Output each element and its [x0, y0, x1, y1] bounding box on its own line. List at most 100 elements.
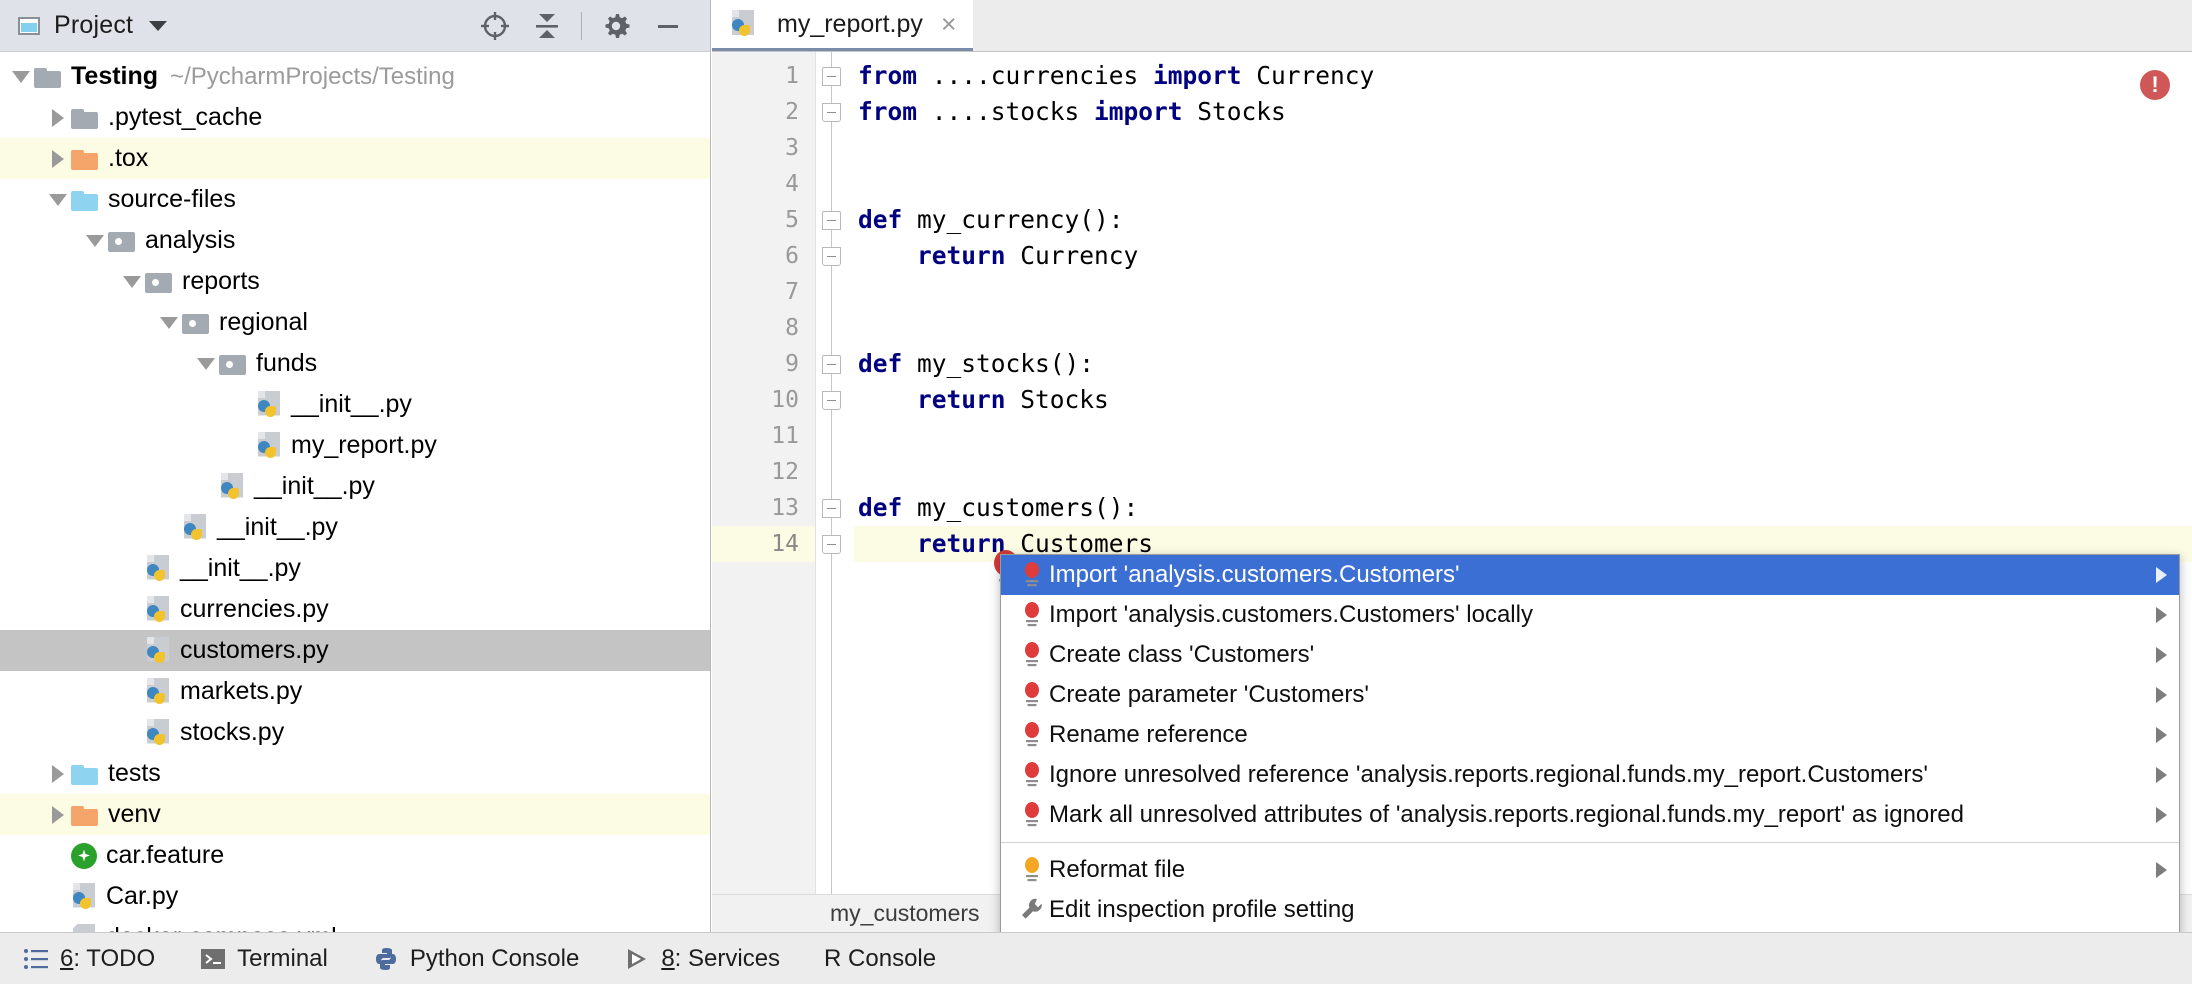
- line-number[interactable]: 14: [712, 526, 815, 562]
- fold-collapse-icon[interactable]: [822, 355, 841, 374]
- fold-collapse-icon[interactable]: [822, 67, 841, 86]
- tree-node[interactable]: Testing~/PycharmProjects/Testing: [0, 56, 710, 97]
- fold-slot[interactable]: [816, 202, 854, 238]
- chevron-down-icon[interactable]: [119, 261, 145, 302]
- line-number[interactable]: 2: [712, 94, 815, 130]
- line-number[interactable]: 10: [712, 382, 815, 418]
- chevron-down-icon[interactable]: [156, 302, 182, 343]
- error-status-badge[interactable]: !: [2140, 70, 2170, 100]
- chevron-down-icon[interactable]: [45, 179, 71, 220]
- intention-menu-item[interactable]: Import 'analysis.customers.Customers': [1001, 555, 2179, 595]
- fold-slot[interactable]: [816, 382, 854, 418]
- status-bar-item[interactable]: Python Console: [372, 945, 579, 973]
- intention-menu-item[interactable]: Rename reference: [1001, 715, 2179, 755]
- tree-node[interactable]: reports: [0, 261, 710, 302]
- tree-node[interactable]: regional: [0, 302, 710, 343]
- fold-slot[interactable]: [816, 346, 854, 382]
- gear-icon[interactable]: [590, 6, 642, 46]
- status-bar-item[interactable]: Terminal: [199, 945, 328, 973]
- line-number[interactable]: 4: [712, 166, 815, 202]
- fold-end-icon[interactable]: [822, 535, 841, 554]
- chevron-down-icon[interactable]: [149, 21, 167, 31]
- code-line[interactable]: return Currency: [854, 238, 2192, 274]
- code-line[interactable]: return Stocks: [854, 382, 2192, 418]
- chevron-down-icon[interactable]: [82, 220, 108, 261]
- collapse-all-icon[interactable]: [521, 6, 573, 46]
- intention-menu-item[interactable]: Import 'analysis.customers.Customers' lo…: [1001, 595, 2179, 635]
- tree-node[interactable]: stocks.py: [0, 712, 710, 753]
- code-line[interactable]: from ....currencies import Currency: [854, 58, 2192, 94]
- code-line[interactable]: from ....stocks import Stocks: [854, 94, 2192, 130]
- code-folding-gutter[interactable]: [816, 52, 854, 894]
- code-line[interactable]: def my_stocks():: [854, 346, 2192, 382]
- intention-menu-item[interactable]: Create parameter 'Customers': [1001, 675, 2179, 715]
- chevron-down-icon[interactable]: [8, 56, 34, 97]
- chevron-right-icon[interactable]: [45, 138, 71, 179]
- chevron-right-icon[interactable]: [45, 97, 71, 138]
- code-line[interactable]: [854, 310, 2192, 346]
- editor-tab-my-report[interactable]: my_report.py ×: [712, 0, 973, 51]
- locate-icon[interactable]: [469, 6, 521, 46]
- tree-node[interactable]: DCdocker-compose.yml: [0, 917, 710, 932]
- line-number[interactable]: 1: [712, 58, 815, 94]
- tree-node[interactable]: __init__.py: [0, 548, 710, 589]
- status-bar-item[interactable]: 8: Services: [623, 945, 780, 973]
- code-line[interactable]: def my_customers():: [854, 490, 2192, 526]
- chevron-right-icon[interactable]: [45, 794, 71, 835]
- line-number[interactable]: 12: [712, 454, 815, 490]
- code-line[interactable]: [854, 166, 2192, 202]
- tree-node[interactable]: .pytest_cache: [0, 97, 710, 138]
- chevron-right-icon[interactable]: [45, 753, 71, 794]
- minimize-icon[interactable]: [642, 6, 694, 46]
- line-number[interactable]: 7: [712, 274, 815, 310]
- tree-node[interactable]: currencies.py: [0, 589, 710, 630]
- intention-menu-item[interactable]: Reformat file: [1001, 850, 2179, 890]
- fold-collapse-icon[interactable]: [822, 211, 841, 230]
- fold-end-icon[interactable]: [822, 247, 841, 266]
- tree-node[interactable]: __init__.py: [0, 384, 710, 425]
- intention-actions-popup[interactable]: Import 'analysis.customers.Customers'Imp…: [1000, 554, 2180, 978]
- tree-node[interactable]: __init__.py: [0, 466, 710, 507]
- code-line[interactable]: [854, 274, 2192, 310]
- fold-slot[interactable]: [816, 490, 854, 526]
- fold-slot[interactable]: [816, 238, 854, 274]
- code-line[interactable]: def my_currency():: [854, 202, 2192, 238]
- fold-slot[interactable]: [816, 58, 854, 94]
- tree-node[interactable]: markets.py: [0, 671, 710, 712]
- tree-node[interactable]: tests: [0, 753, 710, 794]
- tree-node[interactable]: my_report.py: [0, 425, 710, 466]
- status-bar-item[interactable]: 6: TODO: [22, 945, 155, 973]
- tree-node[interactable]: Car.py: [0, 876, 710, 917]
- fold-end-icon[interactable]: [822, 103, 841, 122]
- fold-slot[interactable]: [816, 94, 854, 130]
- tree-node[interactable]: venv: [0, 794, 710, 835]
- chevron-down-icon[interactable]: [193, 343, 219, 384]
- code-line[interactable]: [854, 418, 2192, 454]
- project-tree[interactable]: Testing~/PycharmProjects/Testing.pytest_…: [0, 52, 710, 932]
- line-number[interactable]: 13: [712, 490, 815, 526]
- tree-node[interactable]: car.feature: [0, 835, 710, 876]
- status-bar-item[interactable]: R Console: [824, 945, 936, 973]
- line-number[interactable]: 5: [712, 202, 815, 238]
- code-line[interactable]: [854, 454, 2192, 490]
- fold-collapse-icon[interactable]: [822, 499, 841, 518]
- tree-node[interactable]: customers.py: [0, 630, 710, 671]
- tree-node[interactable]: .tox: [0, 138, 710, 179]
- line-number[interactable]: 8: [712, 310, 815, 346]
- intention-menu-item[interactable]: Ignore unresolved reference 'analysis.re…: [1001, 755, 2179, 795]
- intention-menu-item[interactable]: Edit inspection profile setting: [1001, 890, 2179, 930]
- intention-menu-item[interactable]: Mark all unresolved attributes of 'analy…: [1001, 795, 2179, 835]
- line-number[interactable]: 9: [712, 346, 815, 382]
- tree-node[interactable]: source-files: [0, 179, 710, 220]
- tree-node[interactable]: analysis: [0, 220, 710, 261]
- line-number[interactable]: 6: [712, 238, 815, 274]
- line-number[interactable]: 11: [712, 418, 815, 454]
- code-line[interactable]: [854, 130, 2192, 166]
- intention-menu-item[interactable]: Create class 'Customers': [1001, 635, 2179, 675]
- tree-node[interactable]: funds: [0, 343, 710, 384]
- fold-end-icon[interactable]: [822, 391, 841, 410]
- close-icon[interactable]: ×: [941, 11, 957, 38]
- line-number[interactable]: 3: [712, 130, 815, 166]
- tree-node[interactable]: __init__.py: [0, 507, 710, 548]
- fold-slot[interactable]: [816, 526, 854, 562]
